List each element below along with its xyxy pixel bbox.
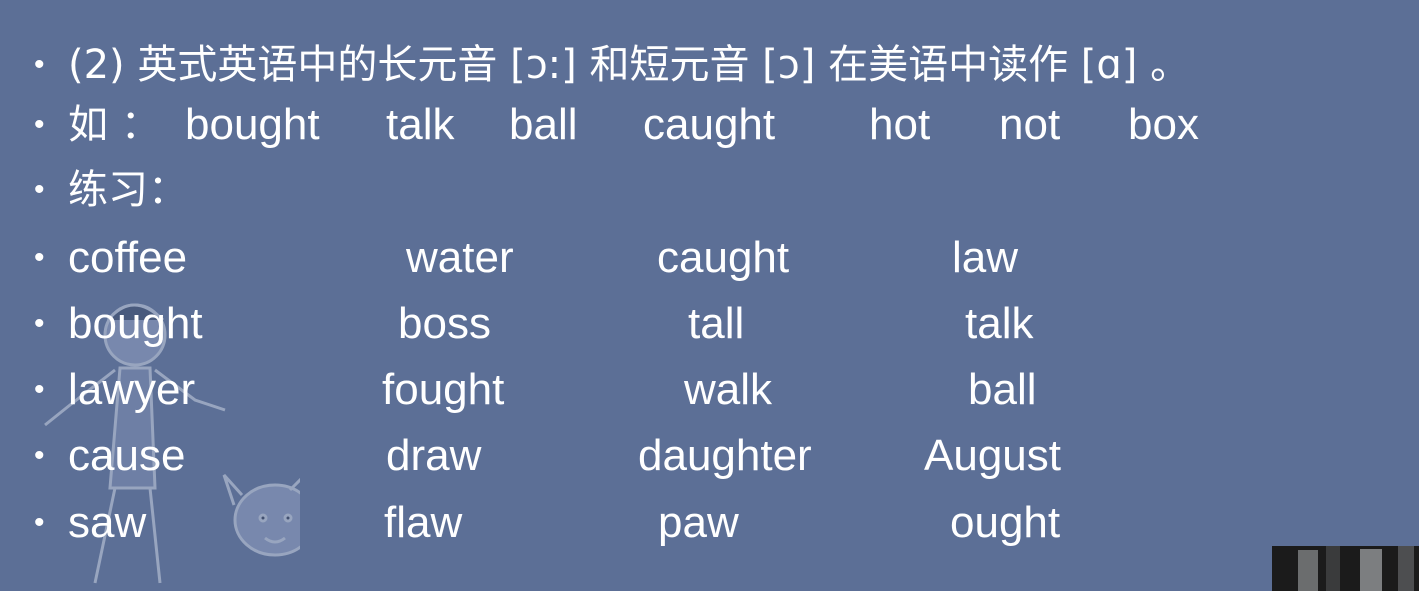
example-word: not	[999, 100, 1061, 149]
bullet: •	[34, 307, 45, 340]
bullet: •	[34, 506, 45, 539]
bullet: •	[34, 373, 45, 406]
practice-word: caught	[657, 233, 790, 282]
rule-text: (2) 英式英语中的长元音 [ɔ:] 和短元音 [ɔ] 在美语中读作 [ɑ] 。	[68, 42, 1191, 88]
bullet: •	[34, 48, 45, 81]
practice-word: flaw	[384, 498, 463, 547]
practice-word: fought	[382, 365, 505, 414]
example-word: ball	[509, 100, 578, 149]
practice-label: 练习：	[68, 167, 188, 213]
practice-word: coffee	[68, 233, 188, 282]
bullet: •	[34, 241, 45, 274]
bullet: •	[34, 108, 45, 141]
practice-word: law	[952, 233, 1019, 282]
example-word: talk	[386, 100, 455, 149]
practice-word: paw	[658, 498, 739, 547]
example-word: bought	[185, 100, 320, 149]
webcam-overlay	[1272, 546, 1419, 591]
example-word: caught	[643, 100, 776, 149]
practice-word: walk	[684, 365, 773, 414]
practice-word: water	[406, 233, 514, 282]
practice-word: ought	[950, 498, 1061, 547]
practice-word: ball	[968, 365, 1037, 414]
practice-word: draw	[386, 431, 482, 480]
example-word: hot	[869, 100, 931, 149]
practice-word: boss	[398, 299, 491, 348]
bullet: •	[34, 173, 45, 206]
practice-word: tall	[688, 299, 745, 348]
practice-word: daughter	[638, 431, 812, 480]
slide: • (2) 英式英语中的长元音 [ɔ:] 和短元音 [ɔ] 在美语中读作 [ɑ]…	[0, 0, 1419, 591]
example-word: box	[1128, 100, 1199, 149]
practice-word: August	[924, 431, 1061, 480]
practice-word: lawyer	[68, 365, 196, 414]
practice-word: cause	[68, 431, 186, 480]
practice-word: talk	[965, 299, 1034, 348]
bullet: •	[34, 439, 45, 472]
practice-word: saw	[68, 498, 147, 547]
example-label: 如 ：	[68, 102, 161, 148]
practice-word: bought	[68, 299, 203, 348]
